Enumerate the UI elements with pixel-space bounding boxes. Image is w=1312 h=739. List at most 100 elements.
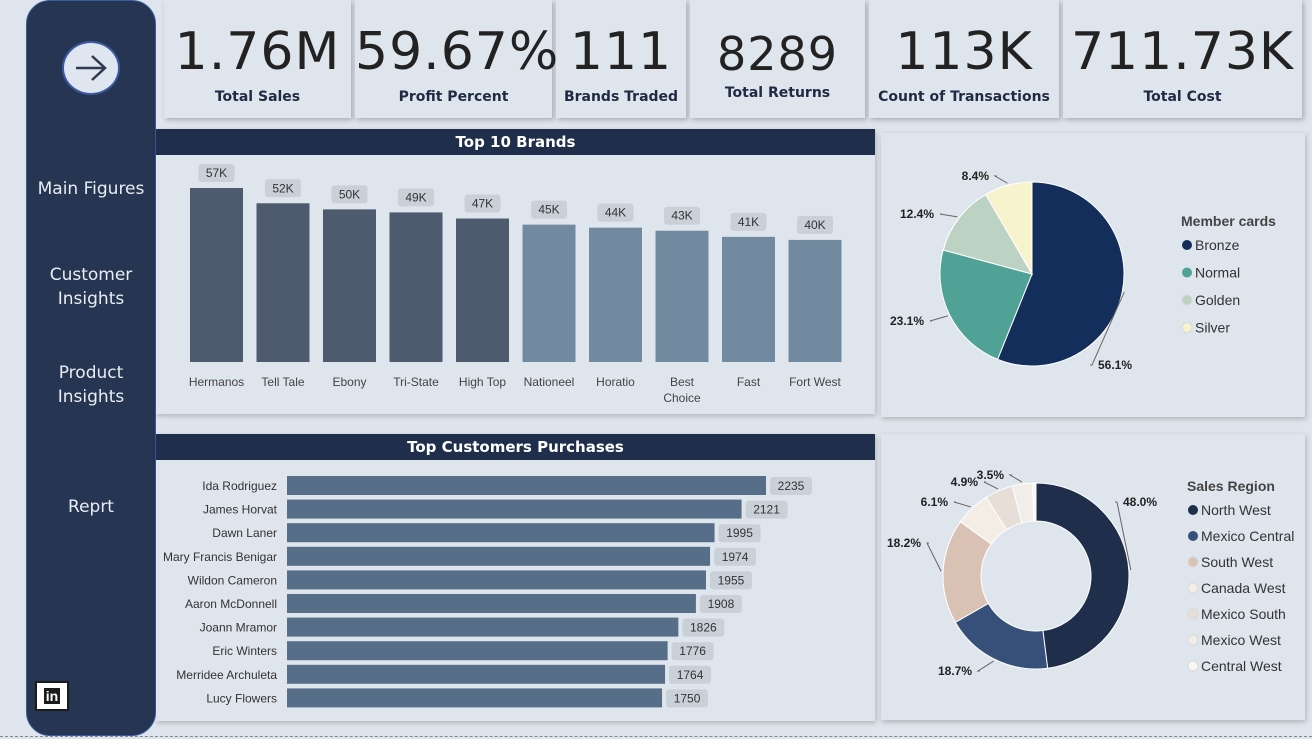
bar [722,236,775,362]
legend-marker [1187,582,1199,594]
y-tick-label: Merridee Archuleta [176,668,277,682]
sales-region-chart: 48.0% 18.7% 18.2% 6.1%4.9%3.5% Sales Region N… [887,468,1294,678]
bar [287,570,706,590]
kpi-value: 59.67% [355,22,560,82]
legend-marker [1181,294,1193,306]
y-tick-label: Joann Mramor [200,621,277,635]
nav-reprt[interactable]: Reprt [27,495,155,519]
legend-item: Normal [1195,265,1240,281]
legend-item: Mexico South [1201,606,1286,622]
bar [287,617,679,637]
top-brands-title: Top 10 Brands [156,129,875,155]
x-tick-label: Nationeel [524,375,575,389]
bar [287,641,668,661]
kpi-value: 111 [569,22,673,82]
bar [287,664,666,684]
legend-marker [1187,634,1199,646]
y-tick-label: Dawn Laner [212,526,277,540]
nav-main-figures[interactable]: Main Figures [27,177,155,201]
data-label: 50K [339,187,360,201]
data-label: 18.2% [887,536,921,550]
bar [190,188,243,362]
leader-line [993,175,1008,184]
data-label: 3.5% [977,468,1005,482]
legend-item: Central West [1201,658,1282,674]
linkedin-icon[interactable]: in [35,681,69,711]
legend-item: Golden [1195,292,1240,308]
sales-region-panel: 48.0% 18.7% 18.2% 6.1% 4.9% 3.5% Sales Region N… [881,434,1305,720]
bar [287,594,696,613]
legend-item: Canada West [1201,580,1286,596]
bar [788,239,842,362]
data-label: 6.1% [921,495,949,509]
bar [655,230,709,362]
bar [456,218,509,362]
data-label: 48.0% [1123,495,1157,509]
kpi-value: 711.73K [1070,22,1295,82]
data-label: 1908 [708,597,735,611]
y-tick-label: Wildon Cameron [188,573,277,587]
kpi-value: 1.76M [174,22,341,82]
x-tick-label: Tri-State [393,375,439,389]
legend-marker [1188,505,1198,515]
data-label: 2235 [778,479,805,493]
nav-product-insights[interactable]: Product Insights [27,361,155,409]
kpi-label: Count of Transactions [878,89,1050,105]
bar [287,688,663,708]
top-brands-chart: 57K Hermanos 52K Tell Tale 50K Ebony 49K Tri-St… [189,164,842,405]
kpi-total-sales: 1.76M Total Sales [164,0,351,118]
legend-item: South West [1201,554,1273,570]
leader-line [929,315,948,322]
data-label: 4.9% [951,475,979,489]
data-label: 23.1% [890,314,924,328]
y-tick-label: Mary Francis Benigar [163,550,277,564]
legend-item: Silver [1195,320,1230,336]
data-label: 57K [206,166,227,180]
bar [287,476,766,495]
bar [256,203,310,362]
bar [522,224,576,362]
bar [287,546,711,566]
top-brands-panel: Top 10 Brands 57K Hermanos 52K Tell Tale 50K… [156,129,875,414]
next-page-button[interactable] [62,41,120,95]
top-customers-title: Top Customers Purchases [156,434,875,460]
sidebar: Main Figures Customer Insights Product I… [26,0,156,736]
legend-item: Mexico West [1201,632,1281,648]
leader-line [976,660,994,672]
nav-customer-insights[interactable]: Customer Insights [27,263,155,311]
leader-line [939,213,958,218]
member-cards-chart: 56.1% 23.1% 12.4% 8.4% Member cards Bronze Nor… [890,169,1276,372]
legend-item: North West [1201,502,1271,518]
leader-line [926,542,942,572]
data-label: 41K [738,215,759,229]
y-tick-label: Eric Winters [212,644,277,658]
top-customers-chart: Ida Rodriguez 2235 James Horvat 2121 Dawn La… [163,476,812,708]
bar [389,212,443,362]
pie-slice [1035,482,1130,669]
arrow-right-icon [76,55,107,81]
x-tick-label: Ebony [332,375,366,389]
legend-title: Sales Region [1187,478,1275,494]
legend-item: Bronze [1195,237,1240,253]
legend-marker [1182,240,1192,250]
data-label: 1974 [722,550,749,564]
data-label: 1750 [674,691,701,705]
x-tick-label: High Top [459,375,506,389]
y-tick-label: James Horvat [203,503,278,517]
kpi-label: Total Cost [1143,89,1222,105]
top-customers-panel: Top Customers Purchases Ida Rodriguez 223… [156,434,875,721]
kpi-total-cost: 711.73K Total Cost [1063,0,1302,118]
page-border [0,736,1312,737]
legend-marker [1187,556,1199,568]
kpi-label: Brands Traded [563,89,679,105]
x-tick-label: Tell Tale [261,375,304,389]
x-tick-label: Horatio [596,375,635,389]
leader-line [1008,474,1023,483]
data-label: 1995 [726,526,753,540]
kpi-count-of-transactions: 113K Count of Transactions [869,0,1059,118]
data-label: 52K [272,181,293,195]
data-label: 40K [804,218,825,232]
x-tick-label: Fast [737,375,761,389]
bar [323,209,376,362]
data-label: 1955 [718,573,745,587]
